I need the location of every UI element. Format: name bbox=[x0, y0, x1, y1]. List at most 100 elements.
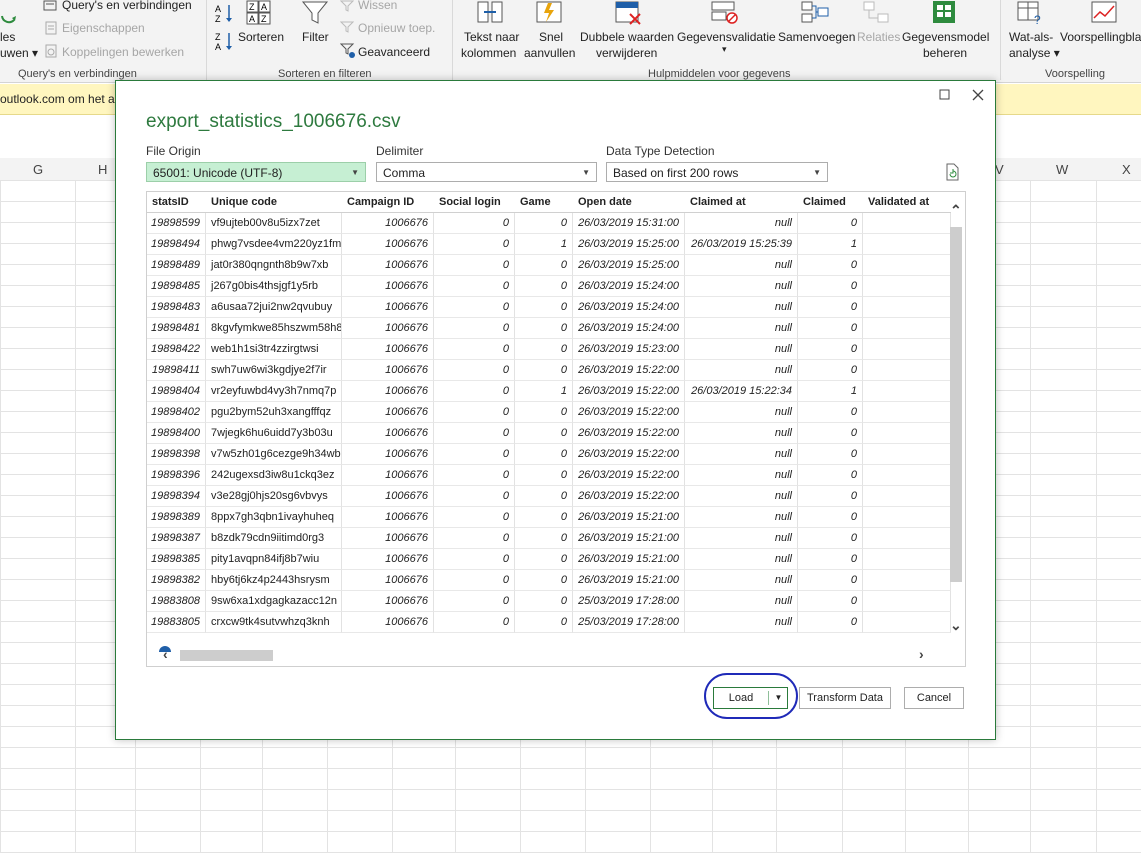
queries-connections-button[interactable]: Query's en verbindingen bbox=[62, 0, 192, 12]
horizontal-scroll-thumb[interactable] bbox=[180, 650, 273, 661]
column-header-validated-at[interactable]: Validated at bbox=[863, 192, 951, 213]
cell-validated-at bbox=[863, 528, 951, 549]
cell-open-date: 26/03/2019 15:22:00 bbox=[573, 444, 685, 465]
transform-data-button[interactable]: Transform Data bbox=[799, 687, 891, 709]
refresh-all-icon[interactable] bbox=[0, 2, 18, 26]
close-button[interactable] bbox=[968, 85, 988, 105]
cell-claimed-at: null bbox=[685, 465, 798, 486]
cell-claimed: 0 bbox=[798, 360, 863, 381]
cell-unique-code: crxcw9tk4sutvwhzq3knh bbox=[206, 612, 342, 633]
advanced-button[interactable]: Geavanceerd bbox=[358, 45, 430, 59]
column-header-g[interactable]: G bbox=[33, 162, 43, 177]
data-model-label-1[interactable]: Gegevensmodel bbox=[902, 30, 989, 44]
cell-social-login: 0 bbox=[434, 444, 515, 465]
forecast-sheet-button[interactable]: Voorspellingbla bbox=[1060, 30, 1141, 44]
scroll-right-icon[interactable]: › bbox=[919, 646, 924, 662]
flash-fill-icon[interactable] bbox=[535, 0, 565, 29]
cell-validated-at bbox=[863, 486, 951, 507]
text-to-columns-label-1[interactable]: Tekst naar bbox=[464, 30, 519, 44]
ribbon-separator bbox=[206, 0, 207, 80]
file-origin-dropdown[interactable]: 65001: Unicode (UTF-8) ▼ bbox=[146, 162, 366, 182]
cancel-button[interactable]: Cancel bbox=[904, 687, 964, 709]
refresh-preview-icon[interactable] bbox=[944, 163, 960, 184]
filter-button[interactable]: Filter bbox=[302, 30, 329, 44]
horizontal-scrollbar[interactable]: ‹ › bbox=[147, 644, 947, 666]
remove-duplicates-label-1[interactable]: Dubbele waarden bbox=[580, 30, 674, 44]
reapply-button[interactable]: Opnieuw toep. bbox=[358, 21, 435, 35]
sort-button[interactable]: Sorteren bbox=[238, 30, 284, 44]
delimiter-dropdown[interactable]: Comma ▼ bbox=[376, 162, 597, 182]
data-validation-dropdown-icon[interactable]: ▾ bbox=[722, 44, 727, 55]
cell-claimed: 0 bbox=[798, 612, 863, 633]
column-header-h[interactable]: H bbox=[98, 162, 107, 177]
group-data-tools-label: Hulpmiddelen voor gegevens bbox=[648, 68, 791, 80]
what-if-label-2[interactable]: analyse ▾ bbox=[1009, 46, 1060, 60]
cell-validated-at bbox=[863, 297, 951, 318]
text-to-columns-label-2[interactable]: kolommen bbox=[461, 46, 516, 60]
text-to-columns-icon[interactable] bbox=[476, 0, 506, 29]
cell-campaign-id: 1006676 bbox=[342, 528, 434, 549]
data-type-detection-dropdown[interactable]: Based on first 200 rows ▼ bbox=[606, 162, 828, 182]
cell-unique-code: v7w5zh01g6cezge9h34wb bbox=[206, 444, 342, 465]
refresh-label-fragment-2[interactable]: uwen ▾ bbox=[0, 46, 38, 60]
forecast-sheet-icon[interactable] bbox=[1090, 0, 1120, 29]
sort-dialog-icon[interactable]: ZAAZ bbox=[246, 0, 274, 29]
flash-fill-label-1[interactable]: Snel bbox=[539, 30, 563, 44]
column-header-stats-id[interactable]: statsID bbox=[147, 192, 206, 213]
properties-button[interactable]: Eigenschappen bbox=[62, 21, 145, 35]
cell-validated-at bbox=[863, 234, 951, 255]
filter-icon[interactable] bbox=[301, 0, 329, 29]
sort-descending-icon[interactable]: ZA bbox=[214, 30, 236, 55]
cell-claimed-at: null bbox=[685, 339, 798, 360]
data-model-label-2[interactable]: beheren bbox=[923, 46, 967, 60]
consolidate-button[interactable]: Samenvoegen bbox=[778, 30, 855, 44]
column-header-social-login[interactable]: Social login bbox=[434, 192, 515, 213]
cell-claimed: 0 bbox=[798, 528, 863, 549]
cell-stats-id: 19898382 bbox=[147, 570, 206, 591]
vertical-scroll-thumb[interactable] bbox=[950, 227, 962, 582]
column-header-claimed-at[interactable]: Claimed at bbox=[685, 192, 798, 213]
what-if-analysis-icon[interactable]: ? bbox=[1016, 0, 1046, 29]
column-header-campaign-id[interactable]: Campaign ID bbox=[342, 192, 434, 213]
data-model-icon[interactable] bbox=[930, 0, 960, 29]
data-validation-button[interactable]: Gegevensvalidatie bbox=[677, 30, 776, 44]
load-button[interactable]: Load bbox=[714, 688, 768, 708]
scroll-up-icon[interactable]: ⌃ bbox=[950, 202, 962, 219]
cell-open-date: 26/03/2019 15:22:00 bbox=[573, 402, 685, 423]
flash-fill-label-2[interactable]: aanvullen bbox=[524, 46, 575, 60]
column-header-v[interactable]: V bbox=[995, 162, 1004, 177]
cell-unique-code: pgu2bym52uh3xangfffqz bbox=[206, 402, 342, 423]
data-validation-icon[interactable] bbox=[710, 0, 740, 29]
scroll-down-icon[interactable]: ⌄ bbox=[950, 617, 962, 634]
what-if-label-1[interactable]: Wat-als- bbox=[1009, 30, 1053, 44]
cell-stats-id: 19898422 bbox=[147, 339, 206, 360]
column-header-game[interactable]: Game bbox=[515, 192, 573, 213]
cell-game: 0 bbox=[515, 360, 573, 381]
svg-text:A: A bbox=[215, 42, 221, 52]
cell-open-date: 26/03/2019 15:21:00 bbox=[573, 528, 685, 549]
consolidate-icon[interactable] bbox=[800, 0, 830, 29]
column-header-unique-code[interactable]: Unique code bbox=[206, 192, 342, 213]
cell-claimed-at: null bbox=[685, 570, 798, 591]
edit-links-button[interactable]: Koppelingen bewerken bbox=[62, 45, 184, 59]
column-header-open-date[interactable]: Open date bbox=[573, 192, 685, 213]
column-header-claimed[interactable]: Claimed bbox=[798, 192, 863, 213]
relations-button[interactable]: Relaties bbox=[857, 30, 900, 44]
clear-button[interactable]: Wissen bbox=[358, 0, 397, 12]
cell-stats-id: 19898402 bbox=[147, 402, 206, 423]
cell-stats-id: 19898489 bbox=[147, 255, 206, 276]
cell-social-login: 0 bbox=[434, 486, 515, 507]
load-split-button[interactable]: Load ▼ bbox=[713, 687, 788, 709]
scroll-left-icon[interactable]: ‹ bbox=[163, 646, 168, 662]
cell-stats-id: 19898494 bbox=[147, 234, 206, 255]
data-preview-table[interactable]: statsID Unique code Campaign ID Social logi… bbox=[146, 191, 966, 667]
column-header-w[interactable]: W bbox=[1056, 162, 1068, 177]
column-header-x[interactable]: X bbox=[1122, 162, 1131, 177]
remove-duplicates-label-2[interactable]: verwijderen bbox=[596, 46, 657, 60]
load-options-chevron-down-icon[interactable]: ▼ bbox=[770, 688, 787, 708]
sort-ascending-icon[interactable]: AZ bbox=[214, 2, 236, 27]
maximize-button[interactable] bbox=[935, 85, 955, 105]
vertical-scrollbar[interactable]: ⌃ ⌄ bbox=[947, 202, 965, 634]
cell-claimed-at: null bbox=[685, 255, 798, 276]
remove-duplicates-icon[interactable] bbox=[614, 0, 644, 29]
